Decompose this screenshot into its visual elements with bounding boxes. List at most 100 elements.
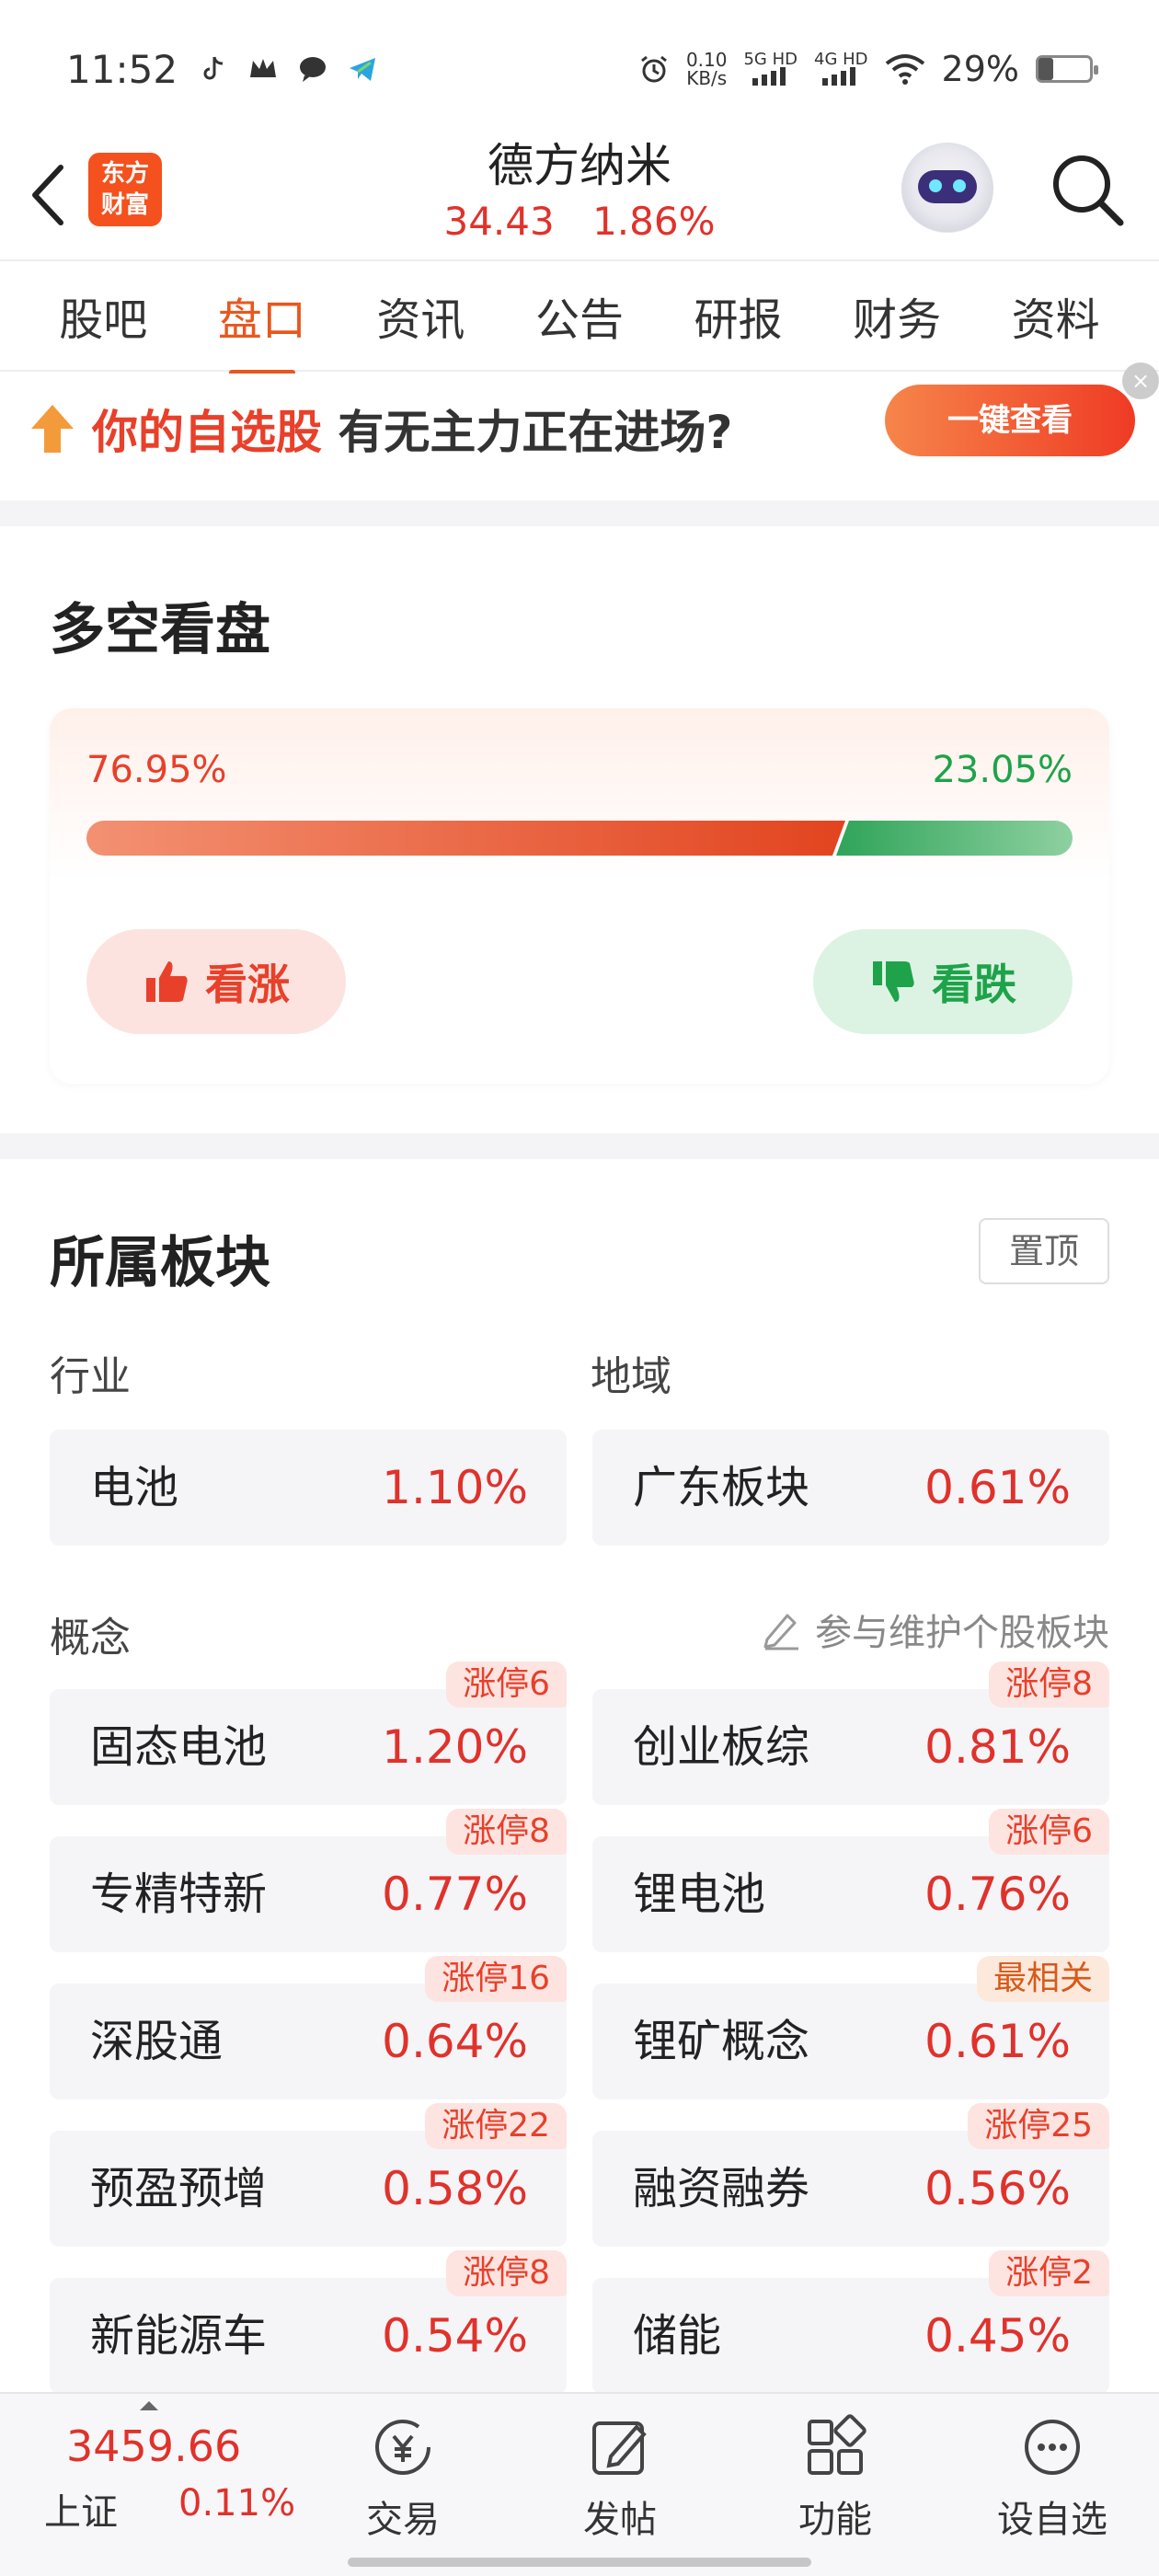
- assistant-robot-avatar[interactable]: [901, 143, 993, 235]
- wifi-icon: [885, 54, 924, 85]
- nav-functions-label: 功能: [798, 2499, 872, 2541]
- caret-up-icon: [140, 2401, 158, 2410]
- robot-face: [918, 170, 977, 203]
- index-pct: 0.11%: [178, 2482, 296, 2524]
- promo-banner[interactable]: 你的自选股 有无主力正在进场? 一键查看 ×: [0, 362, 1159, 499]
- concept-pct: 0.45%: [924, 2309, 1071, 2363]
- tab-guba[interactable]: 股吧: [50, 283, 156, 348]
- sector-card-industry[interactable]: 电池 1.10%: [50, 1430, 567, 1546]
- concept-pct: 1.20%: [382, 1720, 528, 1774]
- concept-card[interactable]: 涨停6 固态电池 1.20%: [50, 1662, 567, 1805]
- tab-research[interactable]: 研报: [685, 283, 792, 348]
- sim1-signal: 5G HD: [743, 52, 798, 86]
- concept-name: 固态电池: [90, 1721, 268, 1773]
- nav-add-watchlist-label: 设自选: [997, 2499, 1107, 2541]
- bull-percent: 76.95%: [86, 749, 227, 791]
- bull-bar: [86, 821, 845, 856]
- index-value: 3459.66: [66, 2421, 242, 2471]
- telegram-icon: [350, 58, 376, 81]
- concept-pct: 0.54%: [382, 2309, 528, 2363]
- sector-name: 电池: [90, 1462, 179, 1513]
- tab-bar: 股吧 盘口 资讯 公告 研报 财务 资料: [0, 259, 1159, 372]
- concept-pct: 0.76%: [924, 1868, 1071, 1921]
- network-speed: 0.10 KB/s: [685, 49, 728, 89]
- vote-bear-label: 看跌: [932, 960, 1016, 1009]
- concept-card[interactable]: 涨停22 预盈预增 0.58%: [50, 2103, 567, 2247]
- concept-pct: 0.77%: [382, 1868, 528, 1921]
- close-icon[interactable]: ×: [1122, 362, 1159, 399]
- sentiment-title: 多空看盘: [50, 598, 270, 662]
- concept-name: 创业板综: [633, 1721, 810, 1773]
- search-icon[interactable]: [1047, 149, 1128, 230]
- stock-price: 34.43: [443, 199, 555, 244]
- concept-card[interactable]: 涨停8 创业板综 0.81%: [592, 1662, 1109, 1805]
- maintain-sectors-label: 参与维护个股板块: [815, 1612, 1109, 1654]
- bear-bar: [836, 821, 1073, 856]
- crown-icon: [250, 59, 277, 77]
- concept-label: 概念: [50, 1615, 131, 1662]
- concept-name: 融资融券: [633, 2163, 810, 2214]
- industry-label: 行业: [50, 1353, 131, 1400]
- tab-finance[interactable]: 财务: [843, 283, 950, 348]
- concept-name: 深股通: [90, 2016, 224, 2067]
- concept-pct: 0.81%: [924, 1720, 1071, 1774]
- concept-card[interactable]: 涨停2 储能 0.45%: [592, 2250, 1109, 2394]
- grid-apps-icon: [808, 2414, 866, 2475]
- nav-trade[interactable]: 交易: [329, 2414, 476, 2552]
- concept-name: 新能源车: [90, 2310, 268, 2362]
- edit-pencil-icon: [763, 1614, 798, 1650]
- up-arrow-icon: [31, 405, 74, 453]
- promo-question: 有无主力正在进场?: [338, 406, 733, 459]
- sector-card-region[interactable]: 广东板块 0.61%: [592, 1430, 1109, 1546]
- concept-name: 专精特新: [90, 1869, 268, 1920]
- concept-name: 锂电池: [633, 1869, 766, 1920]
- nav-add-watchlist[interactable]: 设自选: [979, 2414, 1126, 2552]
- status-right: 0.10 KB/s 5G HD 4G HD 29%: [638, 49, 1098, 89]
- concept-pct: 0.64%: [382, 2015, 528, 2068]
- message-icon: [300, 57, 327, 82]
- signal-bars-icon: [752, 67, 786, 86]
- vote-bull-button[interactable]: 看涨: [86, 929, 346, 1034]
- concept-card[interactable]: 涨停8 新能源车 0.54%: [50, 2250, 567, 2394]
- nav-post-label: 发帖: [583, 2499, 657, 2541]
- nav-post[interactable]: 发帖: [546, 2414, 694, 2552]
- sentiment-card: 76.95% 23.05% 看涨 看跌: [50, 708, 1109, 1084]
- alarm-icon: [641, 55, 667, 83]
- notification-icons: [198, 53, 378, 85]
- bear-percent: 23.05%: [932, 749, 1073, 791]
- nav-functions[interactable]: 功能: [762, 2414, 909, 2552]
- sentiment-bar: [86, 821, 1073, 856]
- tab-announcements[interactable]: 公告: [526, 283, 633, 348]
- one-click-view-button[interactable]: 一键查看: [885, 385, 1135, 456]
- thumbs-up-icon: [146, 961, 188, 1002]
- tiktok-icon: [203, 56, 224, 80]
- sector-name: 广东板块: [633, 1462, 810, 1513]
- index-name: 上证: [44, 2491, 118, 2534]
- concept-name: 预盈预增: [90, 2163, 268, 2214]
- sectors-title: 所属板块: [50, 1231, 270, 1295]
- pin-top-button[interactable]: 置顶: [979, 1218, 1109, 1284]
- vote-bull-label: 看涨: [205, 960, 290, 1009]
- sim2-signal: 4G HD: [814, 52, 868, 86]
- promo-highlight: 你的自选股: [92, 406, 322, 459]
- tab-profile[interactable]: 资料: [1003, 283, 1109, 348]
- yuan-exchange-icon: [375, 2420, 430, 2475]
- concept-card[interactable]: 涨停25 融资融券 0.56%: [592, 2103, 1109, 2247]
- maintain-sectors-link[interactable]: 参与维护个股板块: [760, 1603, 1109, 1656]
- vote-bear-button[interactable]: 看跌: [813, 929, 1073, 1034]
- promo-text: 你的自选股 有无主力正在进场?: [92, 396, 732, 462]
- concept-pct: 0.56%: [924, 2162, 1071, 2215]
- tab-pankou[interactable]: 盘口: [209, 283, 316, 348]
- battery-level: [1039, 58, 1054, 80]
- concept-card[interactable]: 涨停16 深股通 0.64%: [50, 1956, 567, 2099]
- home-indicator[interactable]: [348, 2558, 811, 2567]
- concept-card[interactable]: 最相关 锂矿概念 0.61%: [592, 1956, 1109, 2099]
- tab-news[interactable]: 资讯: [367, 283, 474, 348]
- bottom-nav: 3459.66 上证 0.11% 交易 发帖 功能 设自选: [0, 2392, 1159, 2576]
- nav-trade-label: 交易: [366, 2499, 440, 2541]
- section-divider: [0, 500, 1159, 526]
- concept-card[interactable]: 涨停6 锂电池 0.76%: [592, 1809, 1109, 1952]
- signal-bars-icon: [822, 67, 856, 86]
- concept-card[interactable]: 涨停8 专精特新 0.77%: [50, 1809, 567, 1952]
- status-bar: 11:52 0.10 KB/s 5G HD 4G HD 29%: [0, 0, 1159, 138]
